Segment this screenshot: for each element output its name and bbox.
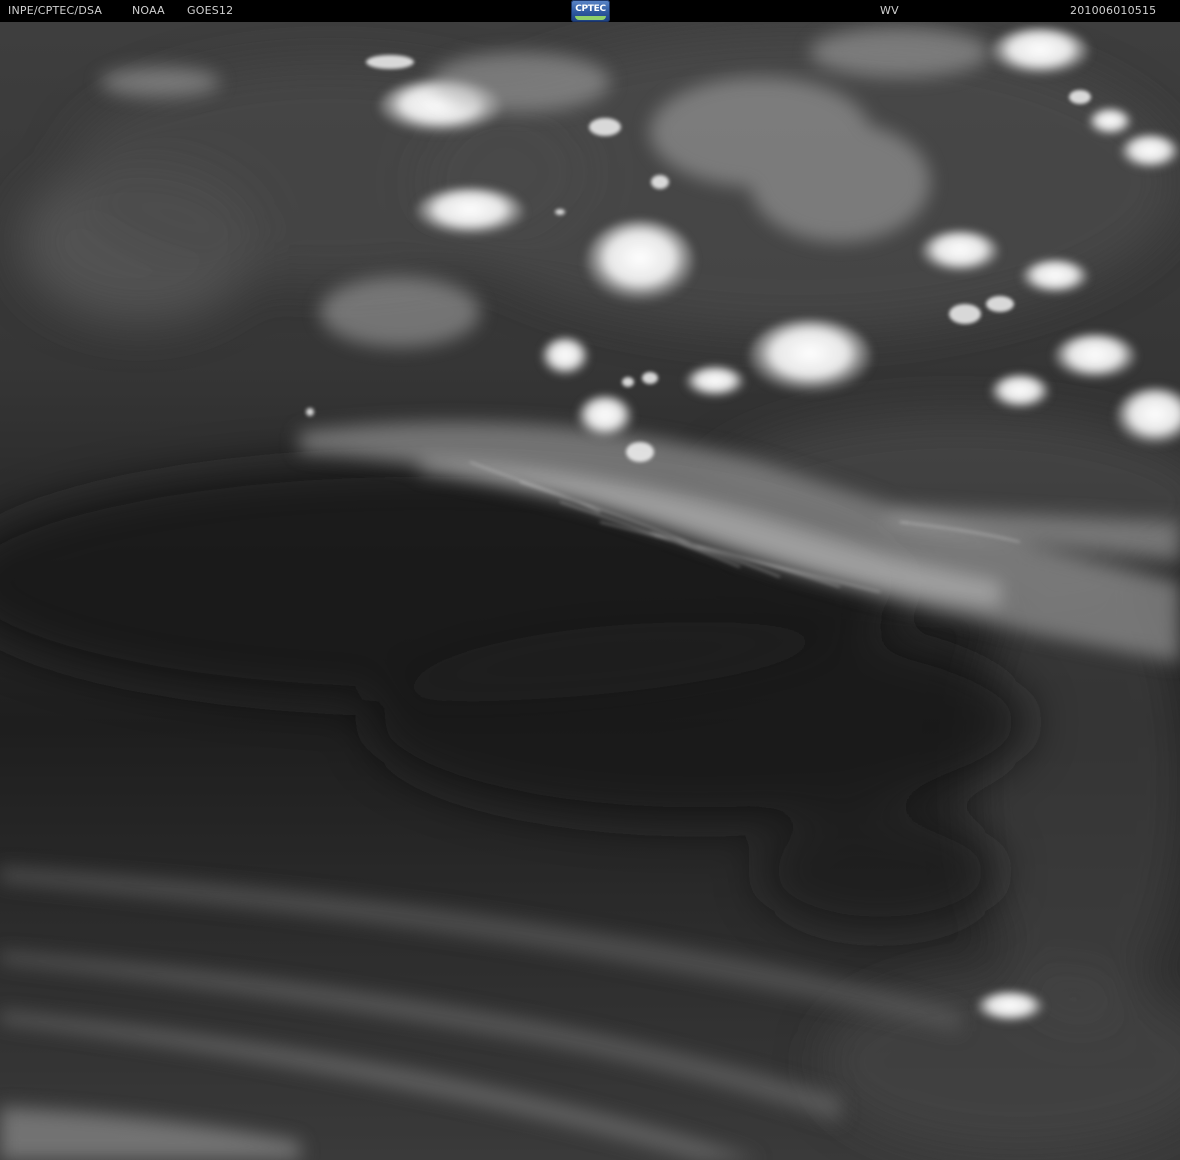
logo-text: CPTEC (575, 4, 606, 14)
channel-label: WV (880, 4, 899, 17)
timestamp-label: 201006010515 (1070, 4, 1157, 17)
satellite-image-viewer: INPE/CPTEC/DSA NOAA GOES12 CPTEC WV 2010… (0, 0, 1180, 1160)
source-label: INPE/CPTEC/DSA (8, 4, 103, 17)
cptec-logo: CPTEC (571, 0, 610, 22)
logo-arc (575, 16, 606, 20)
agency-label: NOAA (132, 4, 165, 17)
satellite-label: GOES12 (187, 4, 234, 17)
water-vapor-imagery (0, 22, 1180, 1160)
header-bar: INPE/CPTEC/DSA NOAA GOES12 CPTEC WV 2010… (0, 0, 1180, 22)
